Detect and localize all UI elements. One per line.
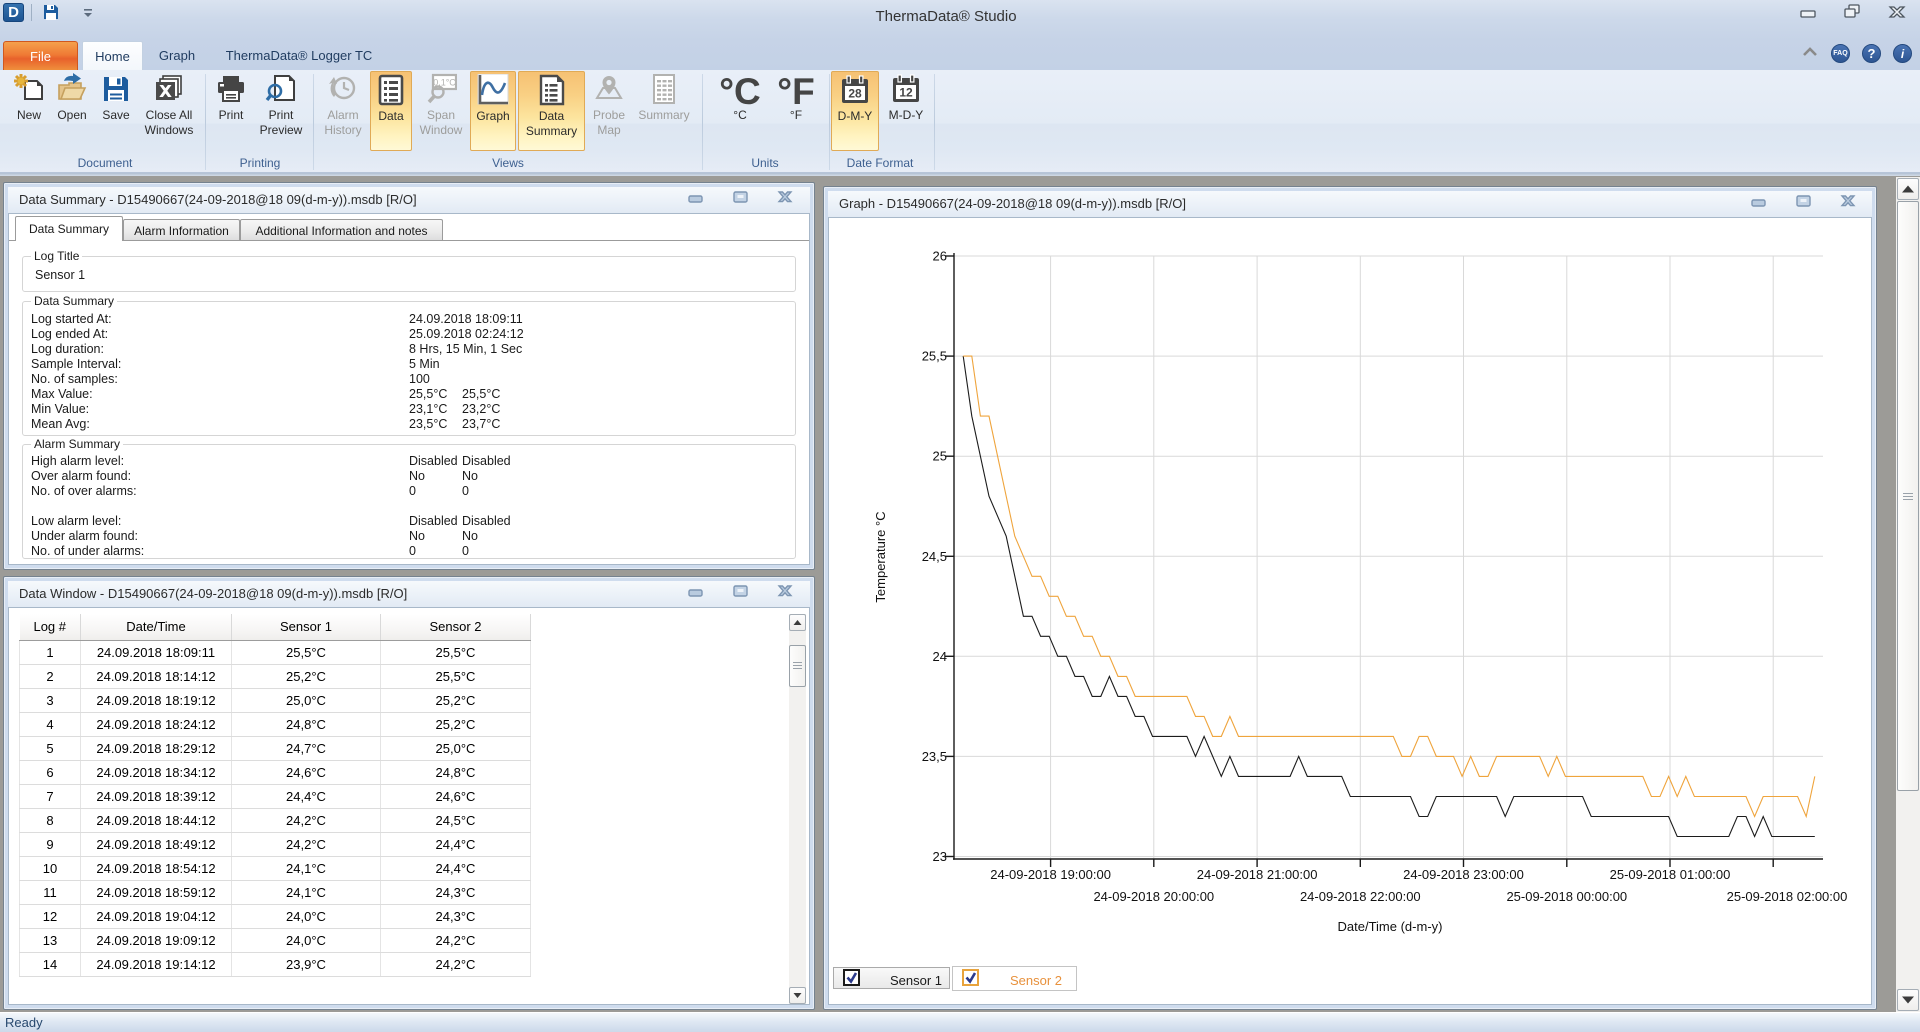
svg-text:24,5: 24,5	[922, 549, 947, 564]
svg-text:28: 28	[848, 87, 862, 101]
svg-text:24-09-2018 23:00:00: 24-09-2018 23:00:00	[1403, 867, 1524, 882]
svg-text:23: 23	[933, 849, 947, 864]
svg-text:24-09-2018 19:00:00: 24-09-2018 19:00:00	[990, 867, 1111, 882]
svg-text:°C: °C	[719, 73, 761, 109]
svg-text:25-09-2018 02:00:00: 25-09-2018 02:00:00	[1727, 889, 1848, 904]
svg-text:24-09-2018 22:00:00: 24-09-2018 22:00:00	[1300, 889, 1421, 904]
svg-text:26: 26	[933, 249, 947, 264]
svg-text:25,5: 25,5	[922, 349, 947, 364]
svg-text:12: 12	[899, 86, 913, 100]
svg-text:Temperature °C: Temperature °C	[873, 511, 888, 602]
svg-text:24-09-2018 20:00:00: 24-09-2018 20:00:00	[1093, 889, 1214, 904]
svg-text:25: 25	[933, 449, 947, 464]
svg-text:24: 24	[933, 649, 947, 664]
svg-text:25-09-2018 00:00:00: 25-09-2018 00:00:00	[1506, 889, 1627, 904]
svg-text:25-09-2018 01:00:00: 25-09-2018 01:00:00	[1610, 867, 1731, 882]
svg-text:24-09-2018 21:00:00: 24-09-2018 21:00:00	[1197, 867, 1318, 882]
svg-text:Date/Time (d-m-y): Date/Time (d-m-y)	[1338, 919, 1443, 934]
svg-text:°F: °F	[777, 73, 814, 109]
svg-text:23,5: 23,5	[922, 749, 947, 764]
